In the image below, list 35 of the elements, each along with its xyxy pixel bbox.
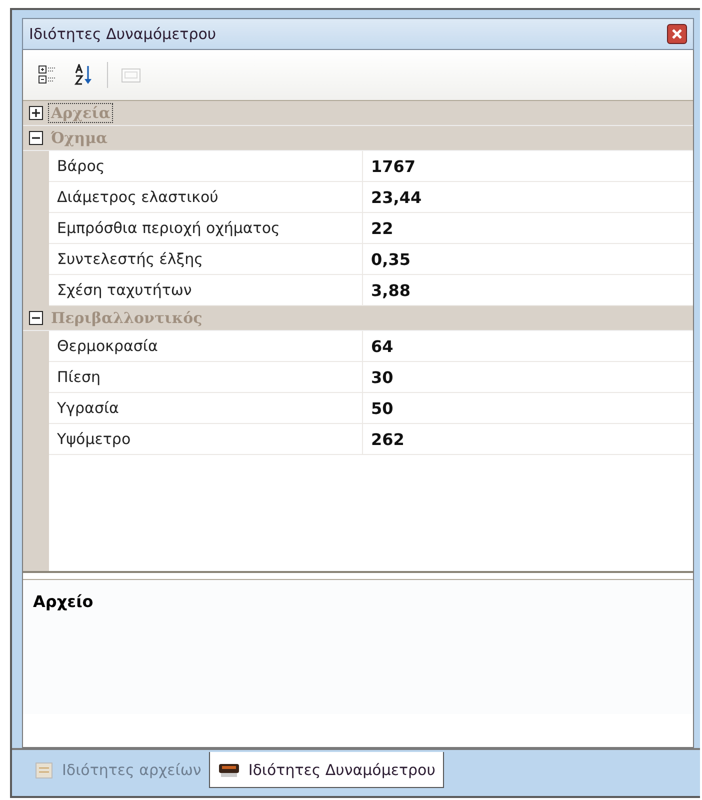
- property-value[interactable]: 0,35: [363, 244, 693, 275]
- categorized-icon: [38, 65, 58, 85]
- description-title: Αρχείο: [33, 592, 94, 611]
- property-name: Βάρος: [49, 151, 363, 182]
- close-button[interactable]: [667, 24, 687, 44]
- plus-icon: [32, 109, 40, 117]
- property-name: Διάμετρος ελαστικού: [49, 182, 363, 213]
- property-value[interactable]: 23,44: [363, 182, 693, 213]
- collapse-toggle[interactable]: [29, 131, 43, 145]
- category-name: Αρχεία: [49, 104, 112, 122]
- property-value[interactable]: 22: [363, 213, 693, 244]
- property-name: Πίεση: [49, 362, 363, 393]
- property-name: Υψόμετρο: [49, 424, 363, 455]
- property-pages-icon: [120, 66, 142, 84]
- property-value[interactable]: 262: [363, 424, 693, 455]
- property-name: Συντελεστής έλξης: [49, 244, 363, 275]
- category-name: Περιβαλλοντικός: [50, 309, 204, 327]
- property-value[interactable]: 64: [363, 331, 693, 362]
- property-name: Θερμοκρασία: [49, 331, 363, 362]
- device-icon: [218, 762, 240, 778]
- category-name: Όχημα: [50, 129, 109, 147]
- collapse-toggle[interactable]: [29, 311, 43, 325]
- window-title: Ιδιότητες Δυναμόμετρου: [29, 25, 216, 43]
- property-name: Υγρασία: [49, 393, 363, 424]
- property-name: Εμπρόσθια περιοχή οχήματος: [49, 213, 363, 244]
- minus-icon: [32, 314, 40, 322]
- close-icon: [671, 28, 683, 40]
- document-icon: [34, 760, 54, 780]
- property-value[interactable]: 30: [363, 362, 693, 393]
- expand-toggle[interactable]: [29, 106, 43, 120]
- minus-icon: [32, 134, 40, 142]
- sort-az-icon: [74, 64, 94, 86]
- property-value[interactable]: 50: [363, 393, 693, 424]
- tab[interactable]: Ιδιότητες Δυναμόμετρου: [209, 752, 444, 788]
- property-value[interactable]: 1767: [363, 151, 693, 182]
